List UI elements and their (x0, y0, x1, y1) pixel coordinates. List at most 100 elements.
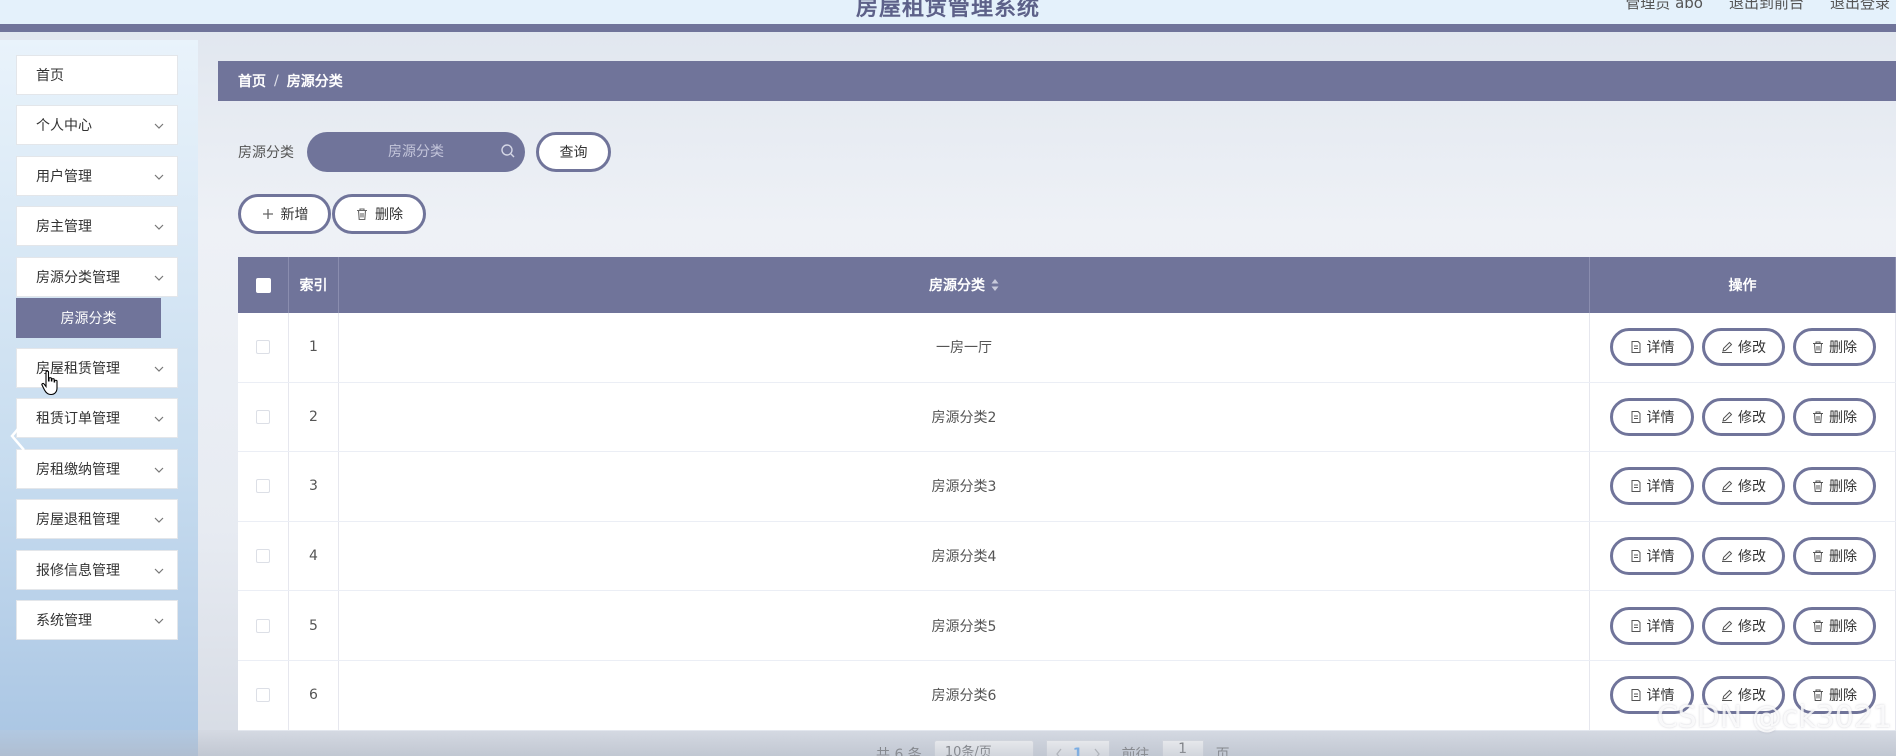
row-checkbox[interactable] (256, 618, 270, 633)
row-actions: 详情 修改 删除 (1590, 521, 1896, 591)
edit-button[interactable]: 修改 (1701, 467, 1785, 506)
detail-button[interactable]: 详情 (1609, 397, 1694, 436)
chevron-down-icon (154, 568, 164, 574)
sidebar-item-rent-payment[interactable]: 房租缴纳管理 (16, 449, 178, 489)
chevron-down-icon (154, 467, 164, 473)
breadcrumb-separator: / (274, 73, 279, 89)
current-page[interactable]: 1 (1073, 746, 1083, 756)
collapse-sidebar-icon[interactable] (6, 416, 30, 456)
edit-button[interactable]: 修改 (1701, 537, 1785, 576)
prev-page-icon[interactable] (1055, 748, 1063, 756)
trash-icon (357, 208, 367, 221)
row-checkbox-cell (238, 382, 289, 452)
sidebar-item-label: 用户管理 (36, 169, 92, 185)
row-checkbox[interactable] (256, 340, 270, 355)
row-index: 5 (289, 591, 339, 660)
edit-button[interactable]: 修改 (1701, 606, 1785, 645)
sidebar-item-repairs[interactable]: 报修信息管理 (16, 550, 178, 590)
detail-button[interactable]: 详情 (1609, 328, 1694, 367)
delete-label: 删除 (1829, 340, 1857, 357)
detail-label: 详情 (1646, 340, 1675, 357)
delete-button[interactable]: 删除 (1792, 606, 1876, 645)
goto-page-input[interactable]: 1 (1161, 740, 1204, 756)
back-to-front-link[interactable]: 退出到前台 (1729, 0, 1804, 13)
sidebar-item-users[interactable]: 用户管理 (16, 156, 178, 196)
trash-icon (1813, 550, 1823, 563)
sidebar-item-profile[interactable]: 个人中心 (16, 105, 178, 145)
trash-icon (1813, 480, 1823, 493)
sidebar-item-checkout[interactable]: 房屋退租管理 (16, 499, 178, 539)
edit-icon (1722, 550, 1733, 563)
chevron-down-icon (154, 275, 164, 281)
row-checkbox[interactable] (256, 688, 270, 703)
delete-button[interactable]: 删除 (1792, 467, 1876, 506)
delete-button[interactable]: 删除 (1792, 397, 1876, 436)
sidebar-item-label: 租赁订单管理 (36, 411, 120, 427)
batch-delete-button[interactable]: 删除 (332, 194, 426, 234)
select-all-checkbox[interactable] (255, 277, 271, 293)
table-row: 1 一房一厅 详情 修改 删除 (238, 313, 1896, 383)
sidebar-item-category-management[interactable]: 房源分类管理 (16, 257, 178, 297)
edit-icon (1722, 411, 1733, 423)
sidebar-item-label: 报修信息管理 (36, 563, 120, 579)
header-checkbox-cell (238, 257, 289, 313)
right-edge-arrow-icon[interactable] (1888, 408, 1896, 448)
delete-label: 删除 (1829, 409, 1857, 426)
category-table: 索引 房源分类 操作 1 一房一厅 详情 修改 删除 2 房源分类2 详情 修改… (238, 257, 1896, 731)
row-checkbox[interactable] (256, 479, 270, 494)
row-checkbox-cell (238, 591, 289, 660)
search-input[interactable] (307, 132, 525, 172)
sidebar-item-orders[interactable]: 租赁订单管理 (16, 398, 178, 438)
sidebar-subitem-category[interactable]: 房源分类 (16, 298, 161, 338)
add-button[interactable]: 新增 (238, 194, 331, 234)
document-icon (1631, 480, 1640, 493)
edit-label: 修改 (1738, 618, 1766, 635)
detail-button[interactable]: 详情 (1609, 537, 1694, 576)
row-index: 6 (289, 660, 339, 730)
chevron-down-icon (154, 416, 164, 422)
row-name: 一房一厅 (339, 313, 1590, 382)
sidebar: 首页 个人中心 用户管理 房主管理 房源分类管理 房源分类 房屋租赁管理 租赁订… (0, 40, 198, 756)
sidebar-item-system[interactable]: 系统管理 (16, 600, 178, 640)
sidebar-item-label: 房主管理 (36, 219, 92, 235)
document-icon (1631, 341, 1640, 354)
table-row: 4 房源分类4 详情 修改 删除 (238, 521, 1896, 592)
watermark: CSDN @ck3021 (1656, 700, 1892, 735)
admin-label: 管理员 abo (1625, 0, 1703, 12)
logout-link[interactable]: 退出登录 (1830, 0, 1890, 13)
detail-button[interactable]: 详情 (1609, 606, 1694, 645)
edit-button[interactable]: 修改 (1701, 397, 1785, 436)
delete-button[interactable]: 删除 (1792, 328, 1876, 367)
delete-button[interactable]: 删除 (1792, 537, 1876, 576)
row-checkbox[interactable] (256, 409, 270, 424)
chevron-down-icon (154, 517, 164, 523)
header-operation: 操作 (1590, 257, 1896, 313)
row-checkbox[interactable] (256, 549, 270, 564)
table-row: 5 房源分类5 详情 修改 删除 (238, 591, 1896, 661)
row-checkbox-cell (238, 521, 289, 591)
breadcrumb-home[interactable]: 首页 (238, 71, 266, 91)
pagination-total: 共 6 条 (876, 747, 922, 756)
delete-button-label: 删除 (375, 207, 403, 223)
plus-icon (262, 209, 273, 219)
sort-icon[interactable] (991, 278, 999, 292)
row-actions: 详情 修改 删除 (1590, 382, 1896, 452)
header-name[interactable]: 房源分类 (339, 257, 1590, 313)
row-name: 房源分类2 (339, 382, 1590, 452)
top-header: 房屋租赁管理系统 管理员 abo 退出到前台 退出登录 (0, 0, 1896, 32)
edit-icon (1722, 481, 1733, 493)
edit-button[interactable]: 修改 (1701, 328, 1785, 367)
row-index: 4 (289, 521, 339, 591)
table-row: 3 房源分类3 详情 修改 删除 (238, 452, 1896, 522)
document-icon (1631, 619, 1640, 632)
next-page-icon[interactable] (1093, 748, 1101, 756)
detail-button[interactable]: 详情 (1609, 467, 1694, 506)
sidebar-item-landlords[interactable]: 房主管理 (16, 206, 178, 246)
header-index: 索引 (289, 257, 339, 313)
query-button[interactable]: 查询 (536, 132, 611, 172)
page-size-select[interactable]: 10条/页 (933, 740, 1034, 756)
search-icon (501, 144, 515, 158)
chevron-down-icon (154, 618, 164, 624)
sidebar-item-home[interactable]: 首页 (16, 55, 178, 95)
delete-label: 删除 (1829, 479, 1857, 496)
